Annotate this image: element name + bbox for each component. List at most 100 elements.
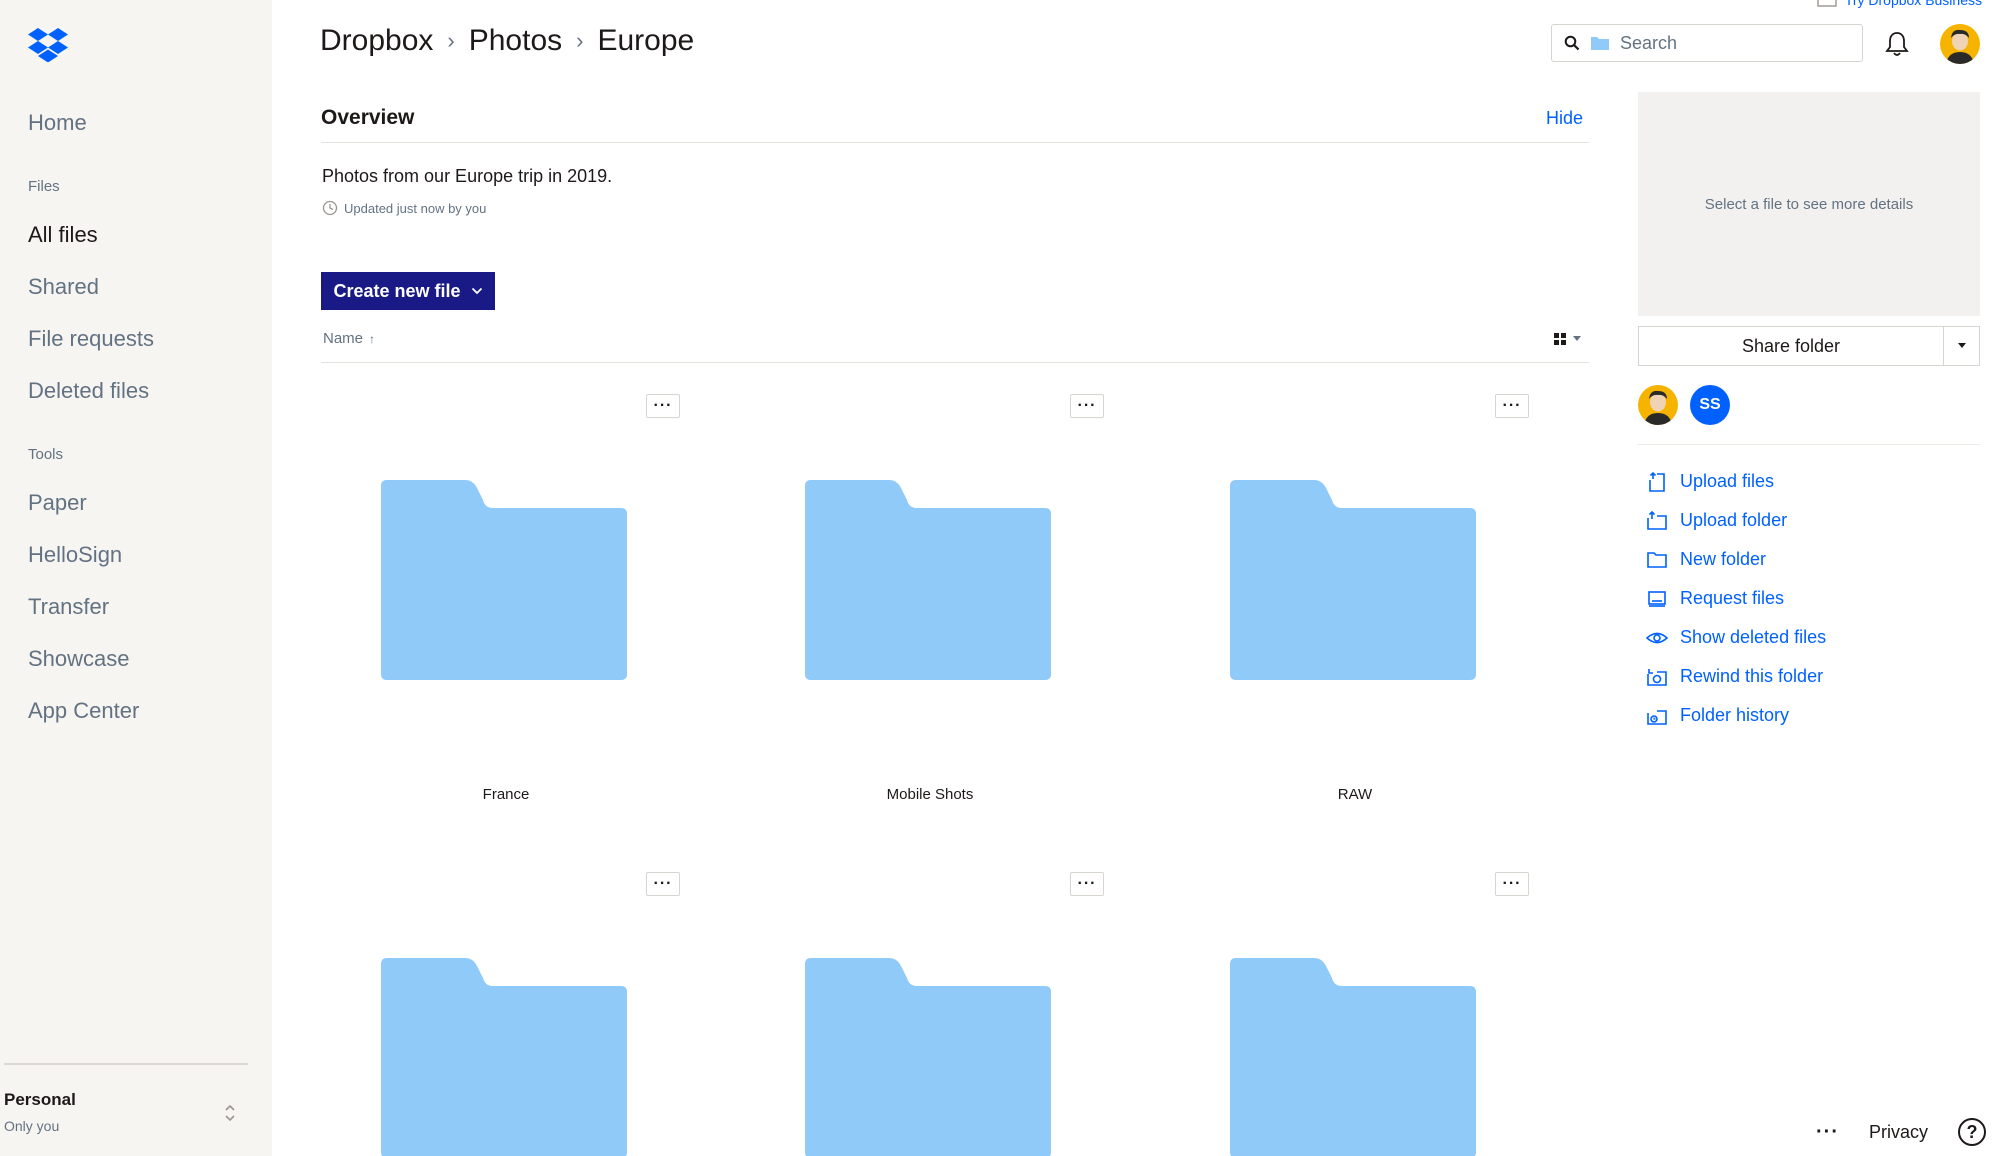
details-panel: Select a file to see more details [1638,92,1980,316]
folder-icon [805,480,1051,680]
account-switcher[interactable]: Personal Only you [4,1090,244,1140]
sidebar-item-deleted-files[interactable]: Deleted files [28,378,149,404]
folder-more-button[interactable]: ··· [1495,872,1529,896]
upload-folder-icon [1647,510,1667,530]
folder-more-button[interactable]: ··· [646,872,680,896]
panel-divider [1638,444,1980,445]
sidebar-item-showcase[interactable]: Showcase [28,646,130,672]
sort-arrow-icon: ↑ [369,331,376,346]
dropbox-logo-icon[interactable] [28,26,68,62]
sidebar-item-all-files[interactable]: All files [28,222,98,248]
share-folder-label: Share folder [1741,335,1841,356]
try-business-label: Try Dropbox Business [1844,0,1982,8]
folder-icon [381,480,627,680]
try-business-link[interactable]: Try Dropbox Business [1817,0,1982,8]
action-label: New folder [1680,549,1767,569]
account-name: Personal [4,1090,76,1109]
eye-icon [1646,632,1668,643]
avatar-face-icon [1644,390,1672,425]
help-icon[interactable]: ? [1958,1118,1986,1146]
search-icon [1564,35,1580,51]
create-new-file-button[interactable]: Create new file [321,272,495,310]
search-input[interactable] [1620,32,1840,54]
action-upload-files[interactable]: Upload files [1646,462,1826,501]
footer: ··· Privacy ? [1816,1118,1986,1146]
folder-more-button[interactable]: ··· [1495,394,1529,418]
folder-name: Mobile Shots [886,786,974,803]
caret-down-icon [1957,343,1966,348]
caret-down-icon [1573,336,1581,341]
overview-title: Overview [321,106,415,129]
sidebar-item-home[interactable]: Home [28,110,87,136]
details-empty-text: Select a file to see more details [1704,195,1914,213]
breadcrumb-photos[interactable]: Photos [469,24,562,58]
sidebar-item-file-requests[interactable]: File requests [28,326,154,352]
action-show-deleted-files[interactable]: Show deleted files [1646,618,1826,657]
updated-text: Updated just now by you [344,200,487,216]
action-upload-folder[interactable]: Upload folder [1646,501,1826,540]
overview-updated: Updated just now by you [322,200,486,216]
bell-icon[interactable] [1884,30,1910,58]
sort-by-name[interactable]: Name ↑ [323,330,375,347]
action-label: Show deleted files [1680,627,1827,647]
folder-more-button[interactable]: ··· [646,394,680,418]
member-avatar[interactable] [1638,385,1678,425]
action-request-files[interactable]: Request files [1646,579,1826,618]
breadcrumb-dropbox[interactable]: Dropbox [320,24,433,58]
action-new-folder[interactable]: New folder [1646,540,1826,579]
share-dropdown-button[interactable] [1944,326,1980,366]
sidebar-section-tools: Tools [28,446,64,463]
folder-more-button[interactable]: ··· [1070,872,1104,896]
chevron-down-icon [471,287,482,295]
action-label: Rewind this folder [1680,666,1824,686]
user-avatar[interactable] [1940,24,1980,64]
briefcase-icon [1817,0,1837,7]
sort-name-label: Name [323,330,364,347]
sidebar-section-files: Files [28,178,60,195]
action-rewind-folder[interactable]: Rewind this folder [1646,657,1826,696]
upload-files-icon [1649,471,1665,492]
create-new-file-label: Create new file [333,280,461,301]
folder-icon [381,958,627,1156]
folder-actions: Upload files Upload folder New folder Re… [1646,462,1826,735]
rewind-icon [1647,668,1667,686]
folder-name: France [482,786,530,803]
overview-description[interactable]: Photos from our Europe trip in 2019. [322,166,612,187]
action-label: Request files [1680,588,1785,608]
folder-icon [1230,480,1476,680]
folder-more-button[interactable]: ··· [1070,394,1104,418]
list-header-divider [321,362,1589,363]
privacy-link[interactable]: Privacy [1869,1122,1928,1143]
clock-icon [322,200,338,216]
sidebar-item-hellosign[interactable]: HelloSign [28,542,122,568]
breadcrumb: Dropbox › Photos › Europe [320,24,694,58]
member-avatar-ss[interactable]: SS [1690,385,1730,425]
chevron-up-down-icon [225,1104,235,1122]
action-folder-history[interactable]: Folder history [1646,696,1826,735]
breadcrumb-separator: › [447,28,455,53]
account-subtitle: Only you [4,1118,60,1134]
sidebar-item-app-center[interactable]: App Center [28,698,139,724]
history-icon [1647,709,1667,725]
grid-view-icon [1554,333,1566,345]
sidebar: Home Files All files Shared File request… [0,0,272,1156]
new-folder-icon [1647,551,1667,568]
hide-overview-link[interactable]: Hide [1546,108,1583,129]
view-toggle[interactable] [1553,332,1581,346]
share-folder-button[interactable]: Share folder [1638,326,1944,366]
more-options-icon[interactable]: ··· [1816,1121,1839,1144]
sidebar-item-paper[interactable]: Paper [28,490,87,516]
folder-icon [1591,37,1609,50]
request-files-icon [1648,590,1666,607]
sidebar-item-shared[interactable]: Shared [28,274,99,300]
action-label: Folder history [1680,705,1790,725]
action-label: Upload folder [1680,510,1788,530]
breadcrumb-separator: › [576,28,584,53]
folder-icon [1230,958,1476,1156]
overview-divider [321,142,1589,143]
sidebar-item-transfer[interactable]: Transfer [28,594,109,620]
breadcrumb-europe: Europe [597,24,695,57]
action-label: Upload files [1680,471,1775,491]
search-box[interactable] [1551,24,1863,62]
avatar-face-icon [1946,29,1974,64]
